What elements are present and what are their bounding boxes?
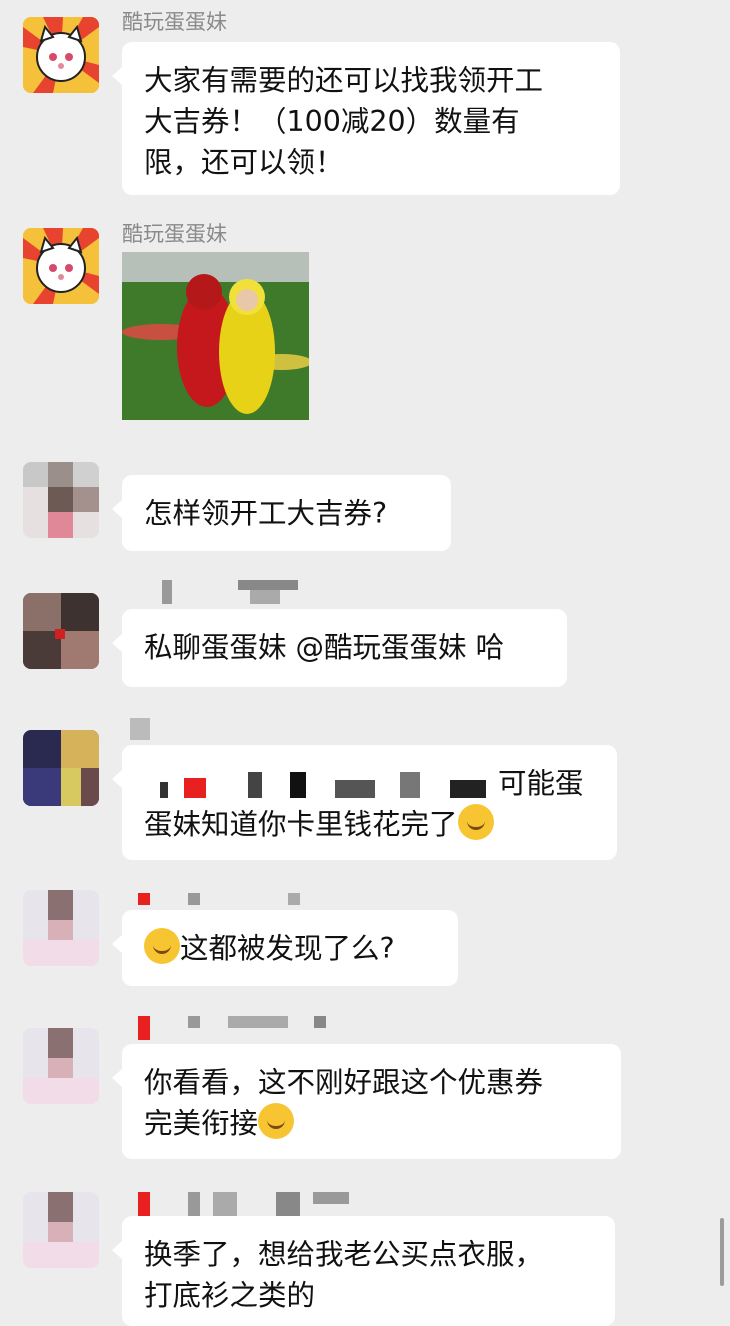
message-text-part: 蛋妹知道你卡里钱花完了	[144, 808, 458, 841]
message-text: 蛋妹知道你卡里钱花完了	[144, 804, 595, 845]
redacted-sender-name	[138, 1192, 358, 1216]
redacted-text	[160, 772, 490, 798]
redacted-sender-name	[138, 893, 308, 907]
redacted-sender-name	[138, 1016, 328, 1040]
message-bubble[interactable]: 私聊蛋蛋妹 @酷玩蛋蛋妹 哈	[112, 609, 567, 687]
avatar[interactable]	[23, 462, 99, 538]
avatar[interactable]	[23, 17, 99, 93]
message-text: 完美衔接	[144, 1103, 599, 1144]
message-bubble[interactable]: 这都被发现了么?	[112, 910, 458, 986]
message-text: 换季了，想给我老公买点衣服，	[144, 1238, 544, 1271]
message-text: 可能蛋	[144, 763, 595, 804]
666-emoji-icon	[258, 1103, 295, 1139]
sender-name: 酷玩蛋蛋妹	[122, 222, 227, 246]
message-text: 打底衫之类的	[144, 1279, 316, 1312]
avatar[interactable]	[23, 228, 99, 304]
message-text: 大吉券！（100减20）数量有	[144, 105, 520, 138]
tears-of-joy-emoji-icon	[144, 928, 180, 964]
message-bubble[interactable]: 可能蛋 蛋妹知道你卡里钱花完了	[112, 745, 617, 860]
wink-tongue-emoji-icon	[457, 804, 494, 840]
message-bubble[interactable]: 怎样领开工大吉券?	[112, 475, 451, 551]
message-text: 限，还可以领！	[144, 146, 344, 179]
message-bubble[interactable]: 大家有需要的还可以找我领开工 大吉券！（100减20）数量有 限，还可以领！	[112, 42, 620, 195]
message-text: 你看看，这不刚好跟这个优惠券	[144, 1066, 544, 1099]
sticker-image[interactable]	[122, 252, 309, 420]
message-text: 怎样领开工大吉券?	[144, 497, 388, 530]
cat-avatar-icon	[23, 228, 99, 304]
teletubbies-hug-icon	[122, 252, 309, 420]
message-text-part: 这都被发现了么?	[180, 932, 395, 965]
message-text: 这都被发现了么?	[144, 928, 436, 969]
sender-name: 酷玩蛋蛋妹	[122, 10, 227, 34]
message-bubble[interactable]: 换季了，想给我老公买点衣服， 打底衫之类的	[112, 1216, 615, 1326]
redacted-sender-name	[130, 718, 150, 740]
avatar[interactable]	[23, 593, 99, 669]
message-text-part: 完美衔接	[144, 1107, 259, 1140]
message-bubble[interactable]: 你看看，这不刚好跟这个优惠券 完美衔接	[112, 1044, 621, 1159]
message-text: 私聊蛋蛋妹 @酷玩蛋蛋妹 哈	[144, 631, 505, 664]
message-text: 可能蛋	[498, 767, 584, 800]
scrollbar[interactable]	[720, 1218, 724, 1286]
avatar[interactable]	[23, 890, 99, 966]
avatar[interactable]	[23, 1028, 99, 1104]
redacted-sender-name	[160, 580, 300, 604]
avatar[interactable]	[23, 1192, 99, 1268]
cat-avatar-icon	[23, 17, 99, 93]
message-text: 大家有需要的还可以找我领开工	[144, 64, 544, 97]
avatar[interactable]	[23, 730, 99, 806]
